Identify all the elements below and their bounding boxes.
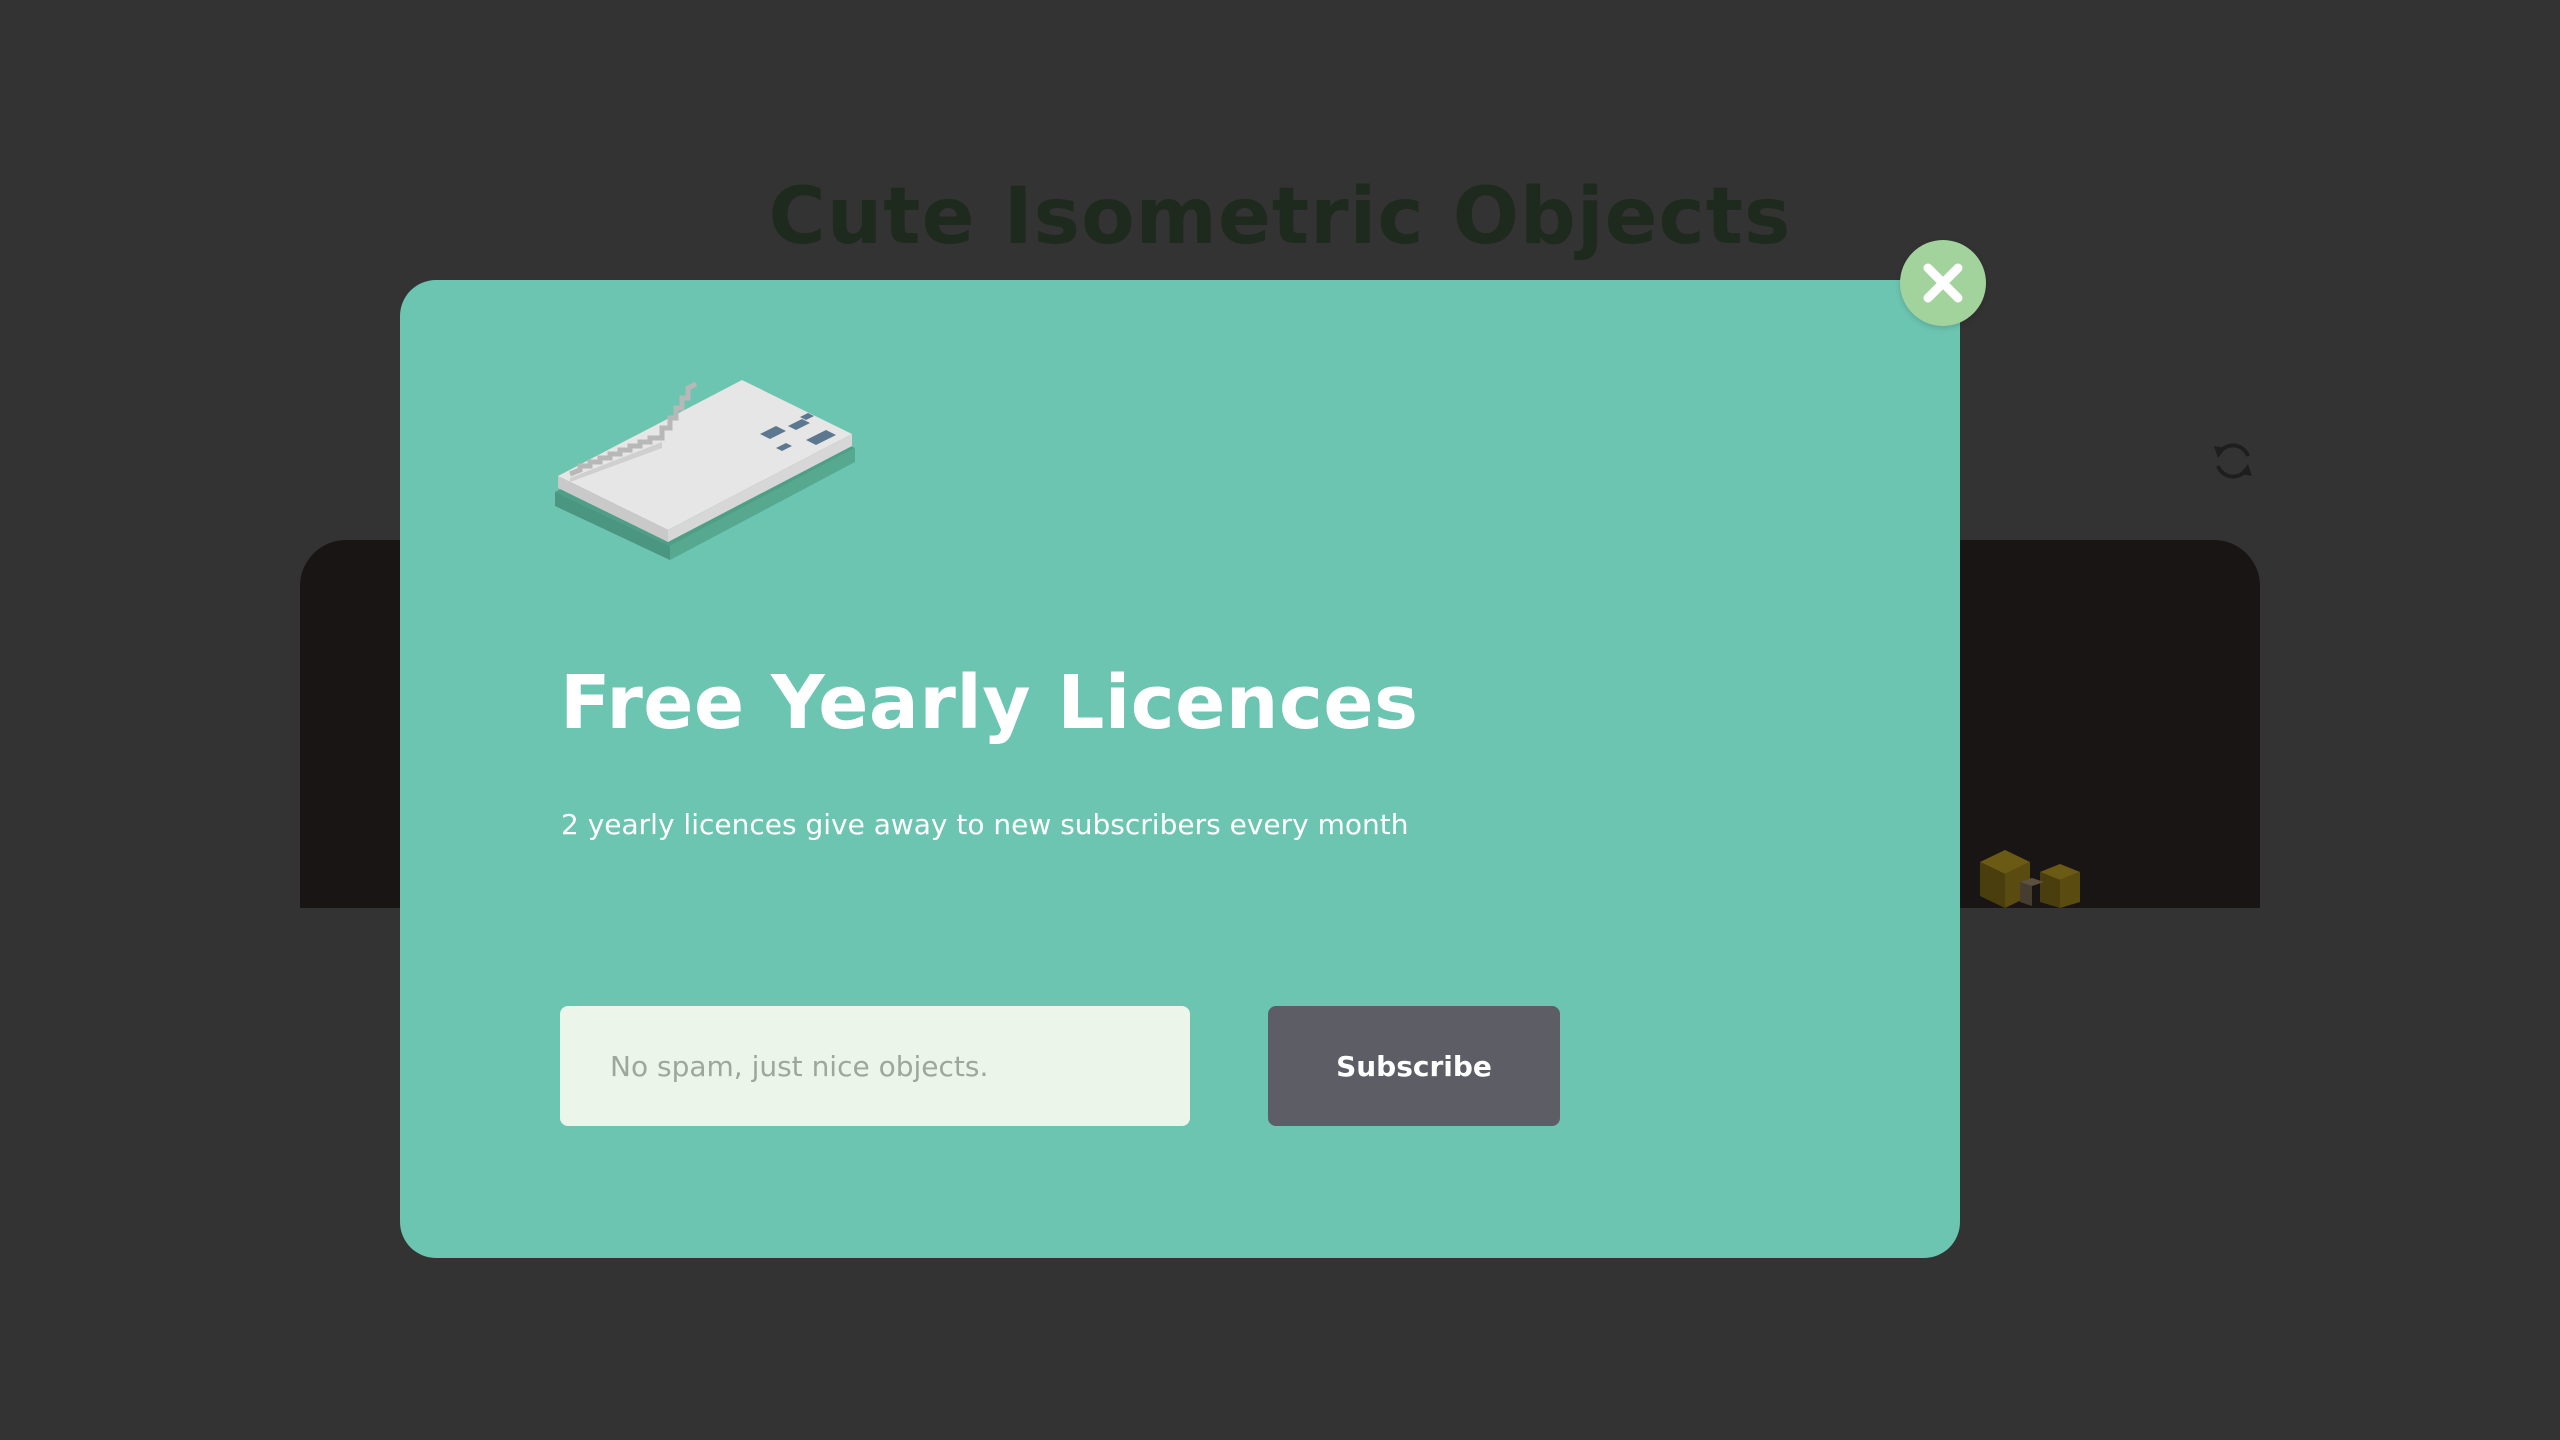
isometric-object-pile	[1980, 850, 2080, 908]
page-title: Cute Isometric Objects	[768, 172, 1792, 262]
modal-subtitle: 2 yearly licences give away to new subsc…	[561, 808, 1409, 841]
modal-heading: Free Yearly Licences	[560, 660, 1419, 746]
subscribe-button[interactable]: Subscribe	[1268, 1006, 1560, 1126]
close-button[interactable]	[1900, 240, 1986, 326]
refresh-icon[interactable]	[2208, 436, 2258, 486]
envelope-icon	[555, 380, 855, 560]
close-icon	[1923, 263, 1963, 303]
email-field[interactable]	[560, 1006, 1190, 1126]
page: Cute Isometric Objects Free Yearly Licen…	[0, 0, 2560, 1440]
subscribe-modal: Free Yearly Licences 2 yearly licences g…	[400, 280, 1960, 1258]
